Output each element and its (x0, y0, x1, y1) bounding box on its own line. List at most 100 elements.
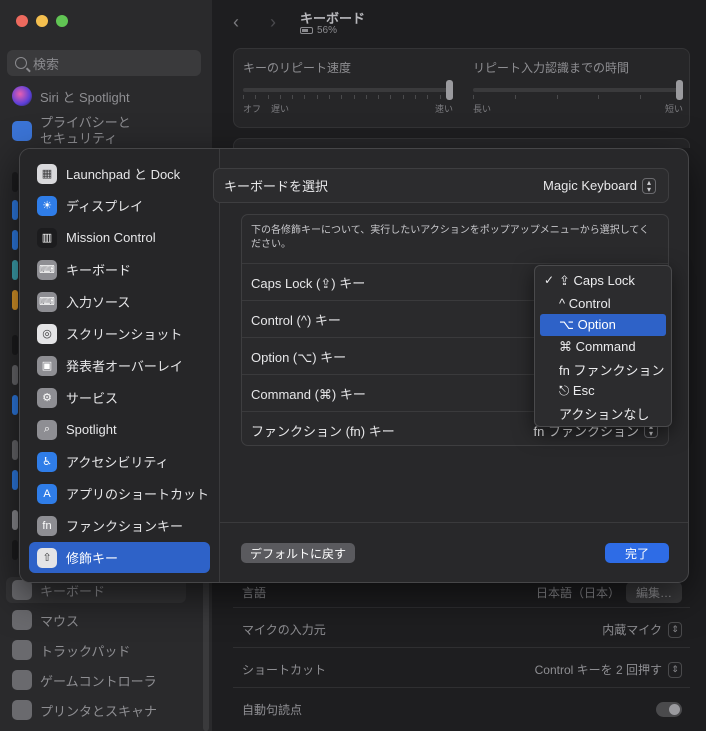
repeat-speed-labels: オフ 遅い 速い (243, 102, 453, 115)
services-gear-icon: ⚙ (37, 387, 57, 408)
sidebar-item-label: トラックパッド (40, 643, 131, 659)
menu-item-label: ⎋ Esc (559, 383, 595, 398)
sidebar-item-label: キーボード (40, 583, 106, 599)
forward-chevron-icon[interactable]: › (270, 12, 276, 33)
game-controller-icon (12, 670, 32, 690)
menu-item[interactable]: fn ファンクション (540, 358, 666, 380)
sheet-sidebar-item[interactable]: ☀ ディスプレイ (29, 190, 210, 221)
dictation-card-edge (233, 138, 690, 148)
restore-defaults-button[interactable]: デフォルトに戻す (241, 543, 356, 563)
hidden-sidebar-icon (12, 540, 18, 560)
microphone-popup[interactable]: 内蔵マイク ⇕ (602, 621, 682, 638)
keyboard-select-label: キーボードを選択 (224, 179, 329, 194)
popup-chevrons-icon: ⇕ (668, 621, 682, 638)
menu-item[interactable]: ⌥ Option (540, 314, 666, 336)
shortcut-label: ショートカット (242, 663, 327, 677)
shortcut-popup[interactable]: Control キーを 2 回押す ⇕ (535, 661, 682, 678)
presenter-overlay-icon: ▣ (37, 355, 57, 376)
keyboard-select-value: Magic Keyboard (543, 178, 637, 193)
sidebar-item-privacy-security[interactable]: プライバシーと セキュリティ (12, 115, 131, 147)
option-label: Option (⌥) キー (251, 349, 347, 365)
sidebar-item-trackpad[interactable]: トラックパッド (12, 640, 130, 660)
sheet-sidebar-item[interactable]: ◎ スクリーンショット (29, 318, 210, 349)
sheet-sidebar-item[interactable]: ⇧ 修飾キー (29, 542, 210, 573)
sidebar-item-game-controllers[interactable]: ゲームコントローラ (12, 670, 157, 690)
sidebar-item-printers-scanners[interactable]: プリンタとスキャナ (12, 700, 157, 720)
sheet-sidebar-item[interactable]: ♿ アクセシビリティ (29, 446, 210, 477)
app-shortcuts-icon: A (37, 483, 57, 504)
auto-punctuation-label: 自動句読点 (242, 703, 303, 717)
language-value: 日本語（日本） (535, 586, 620, 600)
menu-item-label: ^ Control (559, 295, 611, 311)
sidebar-item-label: Siri と Spotlight (40, 89, 130, 105)
sheet-sidebar-item-label: スクリーンショット (66, 327, 183, 342)
spotlight-icon: ⌕ (37, 419, 57, 440)
repeat-delay-knob[interactable] (676, 80, 683, 100)
search-placeholder: 検索 (33, 56, 60, 72)
menu-item[interactable]: アクションなし (540, 402, 666, 424)
menu-item[interactable]: ^ Control (540, 292, 666, 314)
auto-punctuation-toggle[interactable] (656, 702, 682, 717)
sidebar-item-keyboard[interactable]: キーボード (12, 580, 105, 600)
auto-punctuation-row: 自動句読点 (242, 701, 682, 718)
caps-lock-action-menu: ✓ ⇪ Caps Lock ^ Control ⌥ Option ⌘ Command fn… (534, 265, 672, 427)
done-button[interactable]: 完了 (605, 543, 669, 563)
sheet-sidebar-item-label: 入力ソース (66, 295, 131, 310)
sheet-sidebar-item-label: アクセシビリティ (66, 455, 169, 470)
siri-icon (12, 86, 32, 106)
popup-chevrons-icon: ▴▾ (642, 177, 656, 194)
sidebar-item-label: プリンタとスキャナ (40, 703, 158, 719)
hidden-sidebar-icon (12, 200, 18, 220)
language-edit-button[interactable]: 編集… (625, 582, 682, 603)
minimize-window-button[interactable] (36, 15, 48, 27)
sheet-sidebar-item-label: Mission Control (66, 230, 156, 245)
language-value-group: 日本語（日本） 編集… (536, 582, 682, 603)
menu-item[interactable]: ✓ ⇪ Caps Lock (540, 270, 666, 292)
repeat-speed-slider[interactable] (243, 80, 453, 100)
repeat-speed-title: キーのリピート速度 (243, 61, 352, 75)
close-window-button[interactable] (16, 15, 28, 27)
sheet-sidebar-item-label: ファンクションキー (66, 519, 184, 534)
back-chevron-icon[interactable]: ‹ (233, 12, 239, 33)
sidebar-item-mouse[interactable]: マウス (12, 610, 79, 630)
sheet-sidebar-item[interactable]: A アプリのショートカット (29, 478, 210, 509)
keyboard-select-popup[interactable]: Magic Keyboard ▴ ▾ (543, 177, 656, 194)
sheet-sidebar-item[interactable]: ⌕ Spotlight (29, 414, 210, 445)
sidebar-item-label: ゲームコントローラ (40, 673, 157, 689)
sidebar-item-siri-spotlight[interactable]: Siri と Spotlight (12, 86, 130, 106)
search-field[interactable]: 検索 (7, 50, 201, 76)
sheet-sidebar-item[interactable]: ▣ 発表者オーバーレイ (29, 350, 210, 381)
sheet-sidebar-item-label: 修飾キー (66, 551, 119, 566)
sheet-sidebar: ▦ Launchpad と Dock ☀ ディスプレイ ▥ Mission Control… (20, 149, 220, 582)
battery-status: 56% (300, 25, 337, 36)
menu-item[interactable]: ⌘ Command (540, 336, 666, 358)
microphone-value: 内蔵マイク (602, 623, 662, 637)
zoom-window-button[interactable] (56, 15, 68, 27)
sheet-sidebar-item[interactable]: ⌨ キーボード (29, 254, 210, 285)
hidden-sidebar-icon (12, 260, 18, 280)
off-label: オフ (243, 104, 262, 114)
sheet-sidebar-item-label: 発表者オーバーレイ (66, 359, 183, 374)
row-divider (233, 687, 690, 688)
popup-chevrons-icon: ⇕ (668, 661, 682, 678)
hidden-sidebar-icon (12, 365, 18, 385)
menu-item[interactable]: ⎋ Esc (540, 380, 666, 402)
sheet-sidebar-item[interactable]: ⚙ サービス (29, 382, 210, 413)
sheet-sidebar-item[interactable]: fn ファンクションキー (29, 510, 210, 541)
hidden-sidebar-icon (12, 510, 18, 530)
search-icon (15, 57, 27, 69)
function-key-icon: fn (37, 515, 57, 536)
repeat-speed-knob[interactable] (446, 80, 453, 100)
hidden-sidebar-icon (12, 440, 18, 460)
function-label: ファンクション (fn) キー (251, 423, 395, 439)
sheet-sidebar-item[interactable]: ▥ Mission Control (29, 222, 210, 253)
sheet-sidebar-item-label: Launchpad と Dock (66, 167, 181, 182)
row-divider (233, 647, 690, 648)
modifier-description: 下の各修飾キーについて、実行したいアクションをポップアップメニューから選択してく… (251, 225, 650, 250)
repeat-delay-slider[interactable] (473, 80, 683, 100)
screenshot-icon: ◎ (37, 323, 57, 344)
sheet-sidebar-item-label: キーボード (66, 263, 132, 278)
sheet-sidebar-item[interactable]: ⌨ 入力ソース (29, 286, 210, 317)
sheet-sidebar-item[interactable]: ▦ Launchpad と Dock (29, 158, 210, 189)
sidebar-item-label-wrap: プライバシーと セキュリティ (40, 115, 131, 147)
